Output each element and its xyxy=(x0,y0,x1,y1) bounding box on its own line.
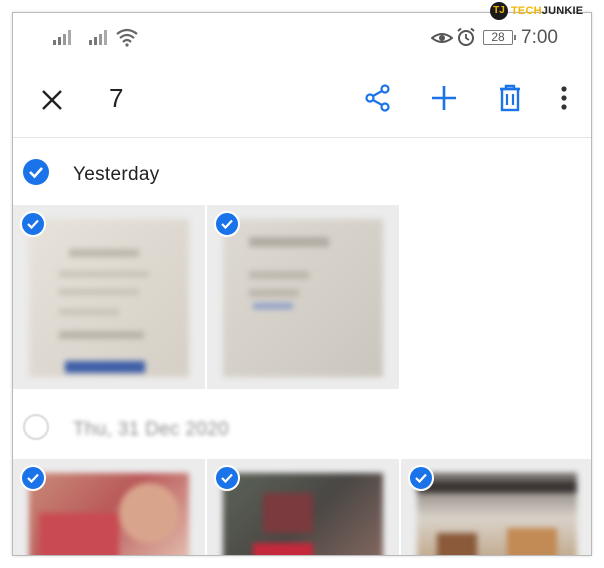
techjunkie-logo-icon: TJ xyxy=(490,2,508,20)
photo-selected-check[interactable] xyxy=(214,211,240,237)
add-icon[interactable] xyxy=(427,83,461,117)
delete-icon[interactable] xyxy=(493,83,527,117)
close-icon[interactable] xyxy=(37,85,67,115)
techjunkie-watermark: TJ TECHJUNKIE xyxy=(490,0,583,22)
photo-thumbnail[interactable] xyxy=(207,205,399,389)
photo-selected-check[interactable] xyxy=(20,465,46,491)
photo-thumbnail[interactable] xyxy=(207,459,399,555)
section-header-yesterday: Yesterday xyxy=(13,154,591,194)
section-title: Thu, 31 Dec 2020 xyxy=(73,419,229,440)
photo-thumbnail[interactable] xyxy=(13,459,205,555)
watermark-brand-part1: TECH xyxy=(511,5,542,17)
photo-selected-check[interactable] xyxy=(408,465,434,491)
status-time: 7:00 xyxy=(521,27,558,48)
photo-selected-check[interactable] xyxy=(20,211,46,237)
signal-icon xyxy=(89,29,111,45)
section-header-dec-31: Thu, 31 Dec 2020 xyxy=(13,409,591,449)
alarm-icon xyxy=(456,27,476,47)
selected-count: 7 xyxy=(109,83,124,113)
share-icon[interactable] xyxy=(361,83,395,117)
wifi-icon xyxy=(115,27,139,47)
section-select-check[interactable] xyxy=(23,159,49,185)
signal-icon xyxy=(53,29,75,45)
app-window: 28 7:00 7 Yesterday Thu, 31 Dec 2020 xyxy=(12,12,592,556)
section-title: Yesterday xyxy=(73,164,160,185)
section-select-circle[interactable] xyxy=(23,414,49,440)
more-vert-icon[interactable] xyxy=(547,83,581,117)
battery-indicator: 28 xyxy=(483,30,516,45)
eye-comfort-icon xyxy=(431,30,453,46)
photo-thumbnail[interactable] xyxy=(401,459,591,555)
watermark-brand-part2: JUNKIE xyxy=(541,5,584,17)
selection-action-bar: 7 xyxy=(13,63,591,138)
photo-selected-check[interactable] xyxy=(214,465,240,491)
photo-thumbnail[interactable] xyxy=(13,205,205,389)
